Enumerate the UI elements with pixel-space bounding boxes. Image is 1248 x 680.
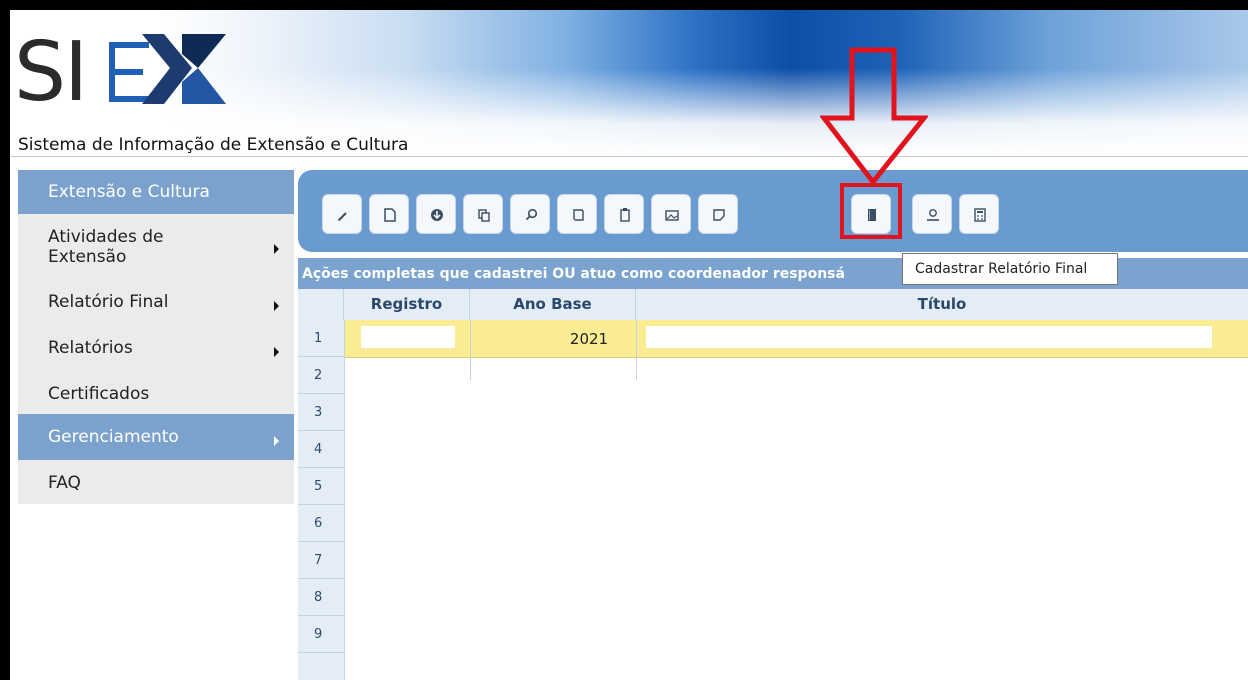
image-icon [665,210,679,221]
tooltip: Cadastrar Relatório Final [902,253,1118,285]
highlight-box [840,183,902,239]
row-number: 4 [298,431,344,468]
red-down-arrow-icon [820,47,928,186]
siex-logo: SI [14,25,226,116]
edit-button[interactable] [322,194,362,234]
pencil-icon [338,212,347,221]
chevron-right-icon [274,436,279,446]
row-number: 6 [298,505,344,542]
rownum-header [298,289,344,320]
sidebar-item-label: FAQ [48,473,81,493]
row-number: 8 [298,579,344,616]
row-number: 3 [298,394,344,431]
clipboard-button[interactable] [604,194,644,234]
grid-header-row: Registro Ano Base Título [298,289,1248,321]
sidebar-item-extensao-cultura[interactable]: Extensão e Cultura [18,170,294,214]
sidebar-item-label: Certificados [48,384,150,404]
column-header-ano-base[interactable]: Ano Base [470,289,636,320]
sidebar-item-label: Relatório Final [48,292,169,312]
app-subtitle: Sistema de Informação de Extensão e Cult… [18,135,409,155]
chevron-right-icon [274,347,279,357]
chevron-right-icon [274,301,279,311]
user-button[interactable] [912,194,952,234]
sidebar: Extensão e Cultura Atividades de Extensã… [18,170,294,504]
new-button[interactable] [369,194,409,234]
actions-grid: Ações completas que cadastrei OU atuo co… [298,258,1248,680]
search-button[interactable] [510,194,550,234]
row-number: 1 [298,320,344,357]
calculator-icon [974,208,986,222]
calculator-button[interactable] [959,194,999,234]
chevron-right-icon [274,244,279,254]
sidebar-item-faq[interactable]: FAQ [18,460,294,504]
sidebar-item-relatorio-final[interactable]: Relatório Final [18,280,294,326]
note-icon [713,209,725,221]
row-number: 5 [298,468,344,505]
copy-button[interactable] [463,194,503,234]
download-button[interactable] [416,194,456,234]
sidebar-item-atividades[interactable]: Atividades de Extensão [18,214,294,280]
copy-icon [478,209,490,222]
new-document-icon [384,208,396,222]
titulo-cell-redacted [646,326,1212,348]
sidebar-item-gerenciamento[interactable]: Gerenciamento [18,414,294,460]
scroll-button[interactable] [557,194,597,234]
action-toolbar [298,170,1248,252]
image-button[interactable] [651,194,691,234]
table-row[interactable]: 2021 [344,320,1248,358]
column-header-registro[interactable]: Registro [344,289,470,320]
logo-text-si: SI [14,25,86,116]
sidebar-item-label: Gerenciamento [48,427,179,447]
app-window: SI Sistema de Informação de Extensão e C… [10,10,1248,680]
registro-cell-redacted [361,326,455,348]
sidebar-item-certificados[interactable]: Certificados [18,370,294,414]
row-number: 9 [298,616,344,653]
download-icon [431,209,443,221]
user-icon [927,209,939,221]
row-number-column: 1 2 3 4 5 6 7 8 9 [298,320,345,680]
sidebar-item-label: Atividades de Extensão [48,227,164,267]
clipboard-icon [620,208,630,222]
row-number: 2 [298,357,344,394]
sidebar-item-relatorios[interactable]: Relatórios [18,326,294,370]
scroll-icon [573,209,584,221]
header-divider [10,156,1248,157]
sidebar-item-label: Relatórios [48,338,133,358]
sidebar-item-label: Extensão e Cultura [48,182,210,202]
search-icon [525,208,538,221]
row-number: 7 [298,542,344,579]
column-header-titulo[interactable]: Título [636,289,1248,320]
note-button[interactable] [698,194,738,234]
ano-base-cell: 2021 [569,330,609,348]
